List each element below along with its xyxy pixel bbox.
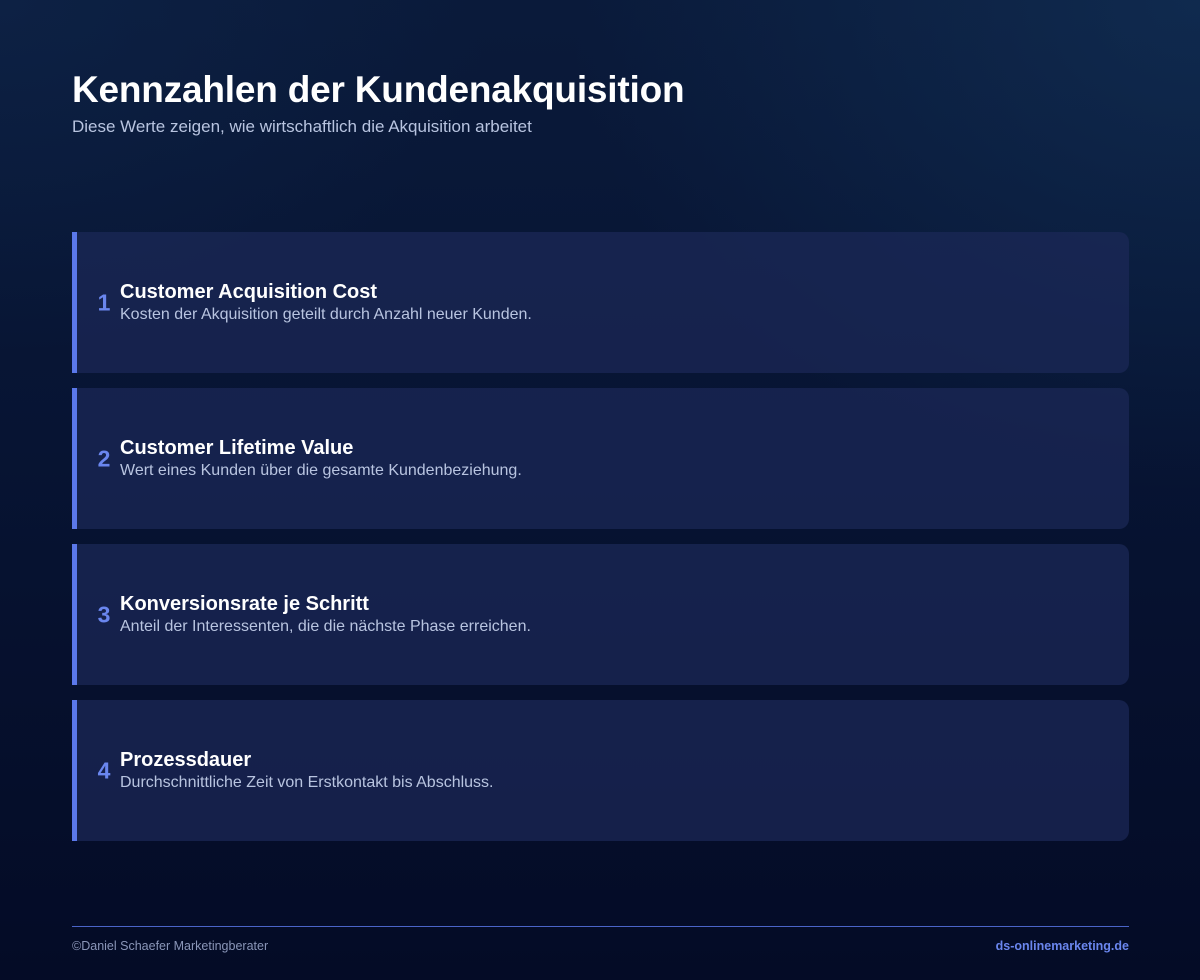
metric-card-konversionsrate: 3 Konversionsrate je Schritt Anteil der … — [72, 544, 1129, 685]
metric-card-prozessdauer: 4 Prozessdauer Durchschnittliche Zeit vo… — [72, 700, 1129, 841]
metric-card-customer-acquisition-cost: 1 Customer Acquisition Cost Kosten der A… — [72, 232, 1129, 373]
metric-body: Prozessdauer Durchschnittliche Zeit von … — [120, 748, 1105, 794]
metric-body: Customer Acquisition Cost Kosten der Akq… — [120, 280, 1105, 326]
website-link[interactable]: ds-onlinemarketing.de — [996, 939, 1129, 953]
page: Kennzahlen der Kundenakquisition Diese W… — [72, 0, 1129, 980]
metric-title: Customer Acquisition Cost — [120, 280, 378, 303]
metric-body: Customer Lifetime Value Wert eines Kunde… — [120, 436, 1105, 482]
metric-number: 4 — [97, 757, 111, 783]
page-subtitle: Diese Werte zeigen, wie wirtschaftlich d… — [72, 117, 532, 136]
copyright-text: ©Daniel Schaefer Marketingberater — [72, 939, 269, 953]
metric-title: Prozessdauer — [120, 748, 252, 771]
header: Kennzahlen der Kundenakquisition Diese W… — [72, 66, 1129, 138]
metric-number: 2 — [97, 445, 111, 471]
metric-body: Konversionsrate je Schritt Anteil der In… — [120, 592, 1105, 638]
metric-title: Customer Lifetime Value — [120, 436, 354, 459]
metric-card-customer-lifetime-value: 2 Customer Lifetime Value Wert eines Kun… — [72, 388, 1129, 529]
metric-description: Durchschnittliche Zeit von Erstkontakt b… — [120, 773, 494, 791]
metric-title: Konversionsrate je Schritt — [120, 592, 369, 615]
metric-description: Wert eines Kunden über die gesamte Kunde… — [120, 461, 522, 479]
metric-number: 3 — [97, 601, 111, 627]
metric-description: Kosten der Akquisition geteilt durch Anz… — [120, 305, 532, 323]
metric-description: Anteil der Interessenten, die die nächst… — [120, 617, 531, 635]
metric-list: 1 Customer Acquisition Cost Kosten der A… — [72, 232, 1129, 856]
page-title: Kennzahlen der Kundenakquisition — [72, 69, 685, 110]
footer: ©Daniel Schaefer Marketingberater ds-onl… — [72, 926, 1129, 953]
metric-number: 1 — [97, 289, 111, 315]
